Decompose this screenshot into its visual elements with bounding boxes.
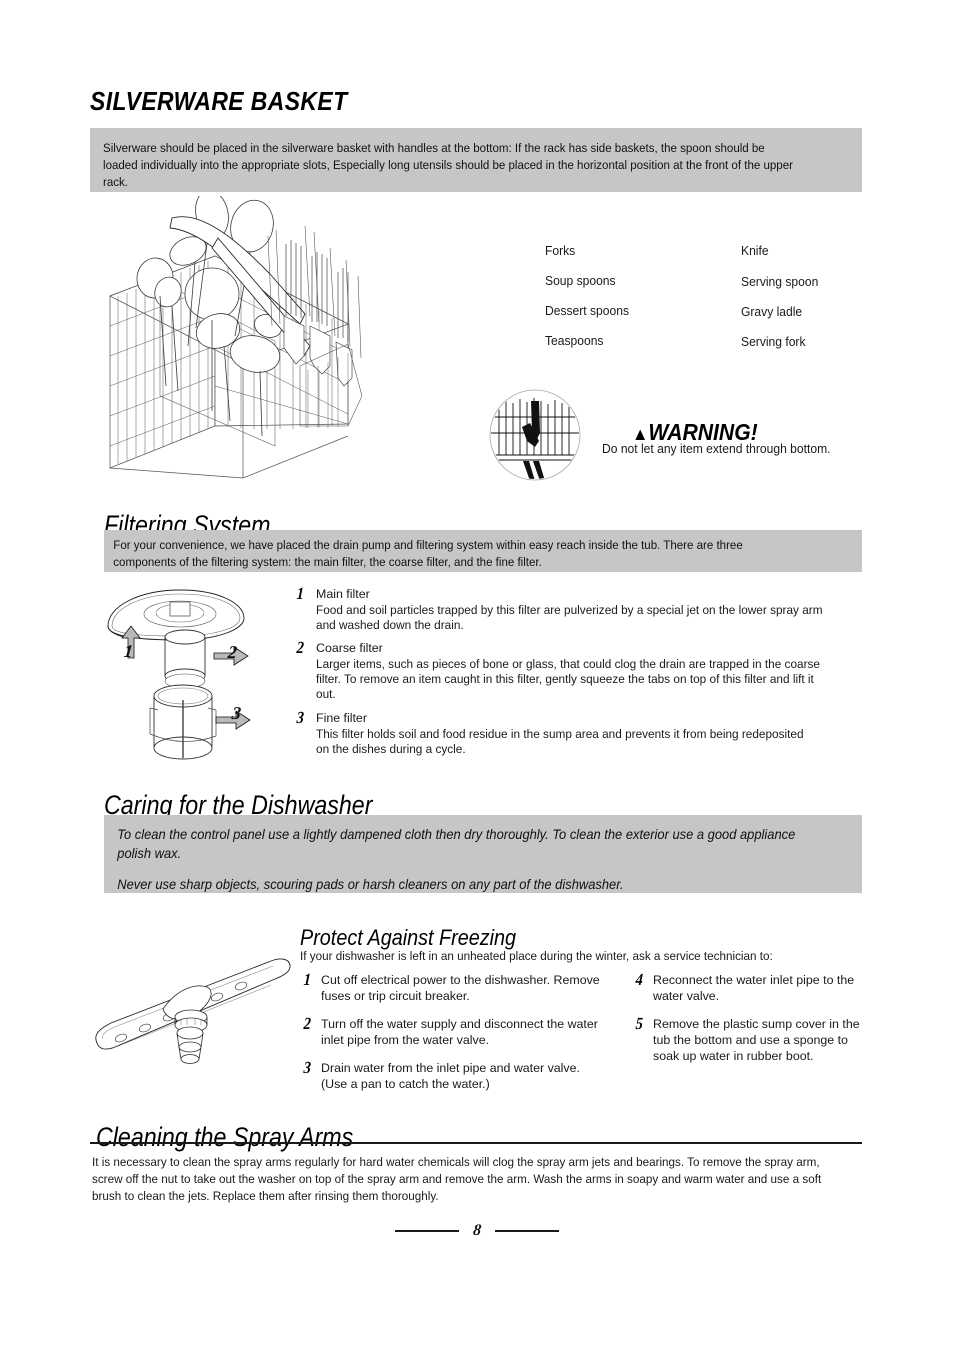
filter-item-1: 1 Main filter Food and soil particles tr… xyxy=(296,584,866,633)
caring-paragraph-1: To clean the control panel use a lightly… xyxy=(117,827,796,861)
filter-assembly-illustration xyxy=(98,582,278,762)
freezing-step-4-number: 4 xyxy=(635,970,644,989)
page-footer: 8 xyxy=(0,1222,954,1240)
spray-arm-illustration xyxy=(85,955,300,1070)
freezing-step-1: 1 Cut off electrical power to the dishwa… xyxy=(303,970,603,1005)
freezing-step-4-text: Reconnect the water inlet pipe to the wa… xyxy=(653,973,855,1003)
filter-item-3: 3 Fine filter This filter holds soil and… xyxy=(296,708,826,757)
filter-item-1-title: Main filter xyxy=(316,587,370,601)
footer-rule-left xyxy=(395,1230,459,1232)
utensil-left-0: Forks xyxy=(545,244,576,258)
freezing-step-4: 4 Reconnect the water inlet pipe to the … xyxy=(635,970,870,1005)
warning-triangle-icon: ▲ xyxy=(632,424,649,444)
filter-item-2-number: 2 xyxy=(296,638,305,657)
silverware-basket-illustration xyxy=(100,196,385,486)
warning-illustration xyxy=(489,389,581,481)
freezing-step-3-number: 3 xyxy=(303,1058,312,1077)
freezing-step-1-text: Cut off electrical power to the dishwash… xyxy=(321,973,600,1003)
freezing-step-2-number: 2 xyxy=(303,1014,312,1033)
freezing-step-5-text: Remove the plastic sump cover in the tub… xyxy=(653,1017,860,1063)
warning-text: Do not let any item extend through botto… xyxy=(602,442,831,456)
subsection-heading-protect-against-freezing: Protect Against Freezing xyxy=(300,925,517,950)
filter-item-3-title: Fine filter xyxy=(316,711,367,725)
manual-page: SILVERWARE BASKET Silverware should be p… xyxy=(0,0,954,1351)
freezing-step-5-number: 5 xyxy=(635,1014,644,1033)
utensil-right-2: Gravy ladle xyxy=(741,305,803,319)
utensil-right-3: Serving fork xyxy=(741,335,806,349)
spray-arms-body: It is necessary to clean the spray arms … xyxy=(92,1155,822,1203)
spray-arms-divider xyxy=(90,1142,862,1144)
freezing-step-5: 5 Remove the plastic sump cover in the t… xyxy=(635,1014,863,1064)
filter-item-3-body: This filter holds soil and food residue … xyxy=(316,726,804,756)
utensil-right-1: Serving spoon xyxy=(741,275,819,289)
filter-item-1-body: Food and soil particles trapped by this … xyxy=(316,602,823,632)
freezing-step-2: 2 Turn off the water supply and disconne… xyxy=(303,1014,603,1049)
caring-panel: To clean the control panel use a lightly… xyxy=(104,815,862,893)
silverware-intro-text: Silverware should be placed in the silve… xyxy=(103,141,793,190)
caring-paragraph-2: Never use sharp objects, scouring pads o… xyxy=(117,877,624,892)
filtering-intro-panel: For your convenience, we have placed the… xyxy=(104,530,862,572)
utensil-left-2: Dessert spoons xyxy=(545,304,629,318)
footer-rule-right xyxy=(495,1230,559,1232)
freezing-intro: If your dishwasher is left in an unheate… xyxy=(300,949,773,963)
freezing-step-3: 3 Drain water from the inlet pipe and wa… xyxy=(303,1058,603,1093)
section-heading-cleaning-spray-arms: Cleaning the Spray Arms xyxy=(96,1122,354,1152)
filtering-intro-text: For your convenience, we have placed the… xyxy=(113,538,743,570)
filter-item-2-title: Coarse filter xyxy=(316,641,383,655)
silverware-intro-panel: Silverware should be placed in the silve… xyxy=(90,128,862,192)
utensil-left-3: Teaspoons xyxy=(545,334,604,348)
filter-item-2-body: Larger items, such as pieces of bone or … xyxy=(316,656,820,702)
utensil-left-1: Soup spoons xyxy=(545,274,616,288)
filter-item-3-number: 3 xyxy=(296,708,305,727)
freezing-step-1-number: 1 xyxy=(303,970,312,989)
filter-item-1-number: 1 xyxy=(296,584,305,603)
page-number: 8 xyxy=(472,1222,482,1239)
utensil-right-0: Knife xyxy=(741,244,769,258)
freezing-step-2-text: Turn off the water supply and disconnect… xyxy=(321,1017,598,1047)
page-title-silverware-basket: SILVERWARE BASKET xyxy=(90,86,348,116)
freezing-step-3-text: Drain water from the inlet pipe and wate… xyxy=(321,1061,580,1091)
filter-item-2: 2 Coarse filter Larger items, such as pi… xyxy=(296,638,851,703)
